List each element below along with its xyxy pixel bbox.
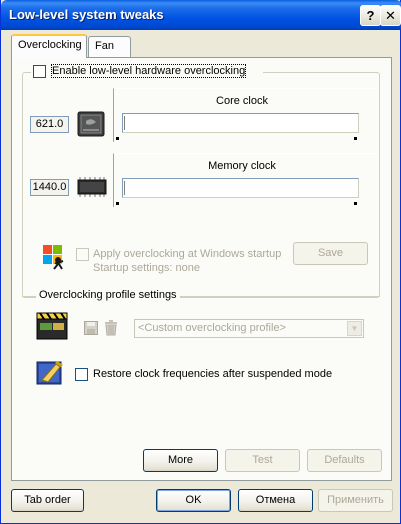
dialog-window: Low-level system tweaks ? ✕ Overclocking… [0,0,401,524]
more-button[interactable]: More [143,449,218,472]
profile-combobox-value: <Custom overclocking profile> [138,322,286,334]
trash-icon[interactable] [104,320,118,336]
core-clock-slider-area: Core clock [113,88,379,142]
close-button[interactable]: ✕ [380,5,401,26]
core-clock-slider[interactable] [122,113,359,133]
floppy-disk-icon[interactable] [84,321,98,335]
apply-button[interactable]: Применить [318,489,393,512]
defaults-button[interactable]: Defaults [307,449,382,472]
memory-clock-tick-max [354,202,357,205]
enable-overclocking-checkbox[interactable] [33,65,46,78]
overclocking-group: Enable low-level hardware overclocking 6… [22,64,380,298]
save-button[interactable]: Save [293,242,368,265]
restore-clocks-label: Restore clock frequencies after suspende… [93,368,333,380]
memory-clock-label: Memory clock [208,160,276,172]
profile-group: Overclocking profile settings <Custom ov… [22,289,380,354]
help-button[interactable]: ? [360,5,381,26]
tab-fan[interactable]: Fan [88,36,131,58]
memory-chip-icon [77,176,107,200]
paint-brush-icon [36,358,64,386]
memory-clock-tick-min [116,202,119,205]
chevron-down-icon[interactable]: ▼ [347,321,362,336]
apply-at-startup-label: Apply overclocking at Windows startup [93,248,282,260]
core-clock-slider-thumb[interactable] [124,116,128,130]
memory-clock-slider-thumb[interactable] [124,181,128,195]
memory-clock-slider-area: Memory clock [113,153,379,207]
tab-fan-label: Fan [95,40,114,52]
gpu-chip-icon [77,111,105,137]
window-title: Low-level system tweaks [9,7,164,22]
profile-combobox[interactable]: <Custom overclocking profile> ▼ [134,319,364,338]
ok-button[interactable]: OK [156,489,231,512]
core-clock-value: 621.0 [30,116,69,133]
core-clock-label: Core clock [216,95,268,107]
tab-overclocking-label: Overclocking [18,39,82,51]
profile-section-label: Overclocking profile settings [36,289,180,301]
core-clock-tick-min [116,137,119,140]
core-clock-tick-max [354,137,357,140]
windows-startup-icon [41,243,67,270]
enable-overclocking-legend: Enable low-level hardware overclocking [31,64,263,79]
memory-clock-value: 1440.0 [30,179,69,196]
apply-at-startup-checkbox[interactable] [76,248,89,261]
memory-clock-slider[interactable] [122,178,359,198]
clapperboard-icon [36,311,68,341]
startup-settings-label: Startup settings: none [93,262,201,274]
tab-overclocking[interactable]: Overclocking [11,34,87,58]
restore-clocks-checkbox[interactable] [75,368,88,381]
enable-overclocking-label[interactable]: Enable low-level hardware overclocking [50,64,247,78]
tab-order-button[interactable]: Tab order [11,489,84,512]
test-button[interactable]: Test [225,449,300,472]
overclocking-panel: Enable low-level hardware overclocking 6… [11,57,392,481]
title-bar[interactable]: Low-level system tweaks ? ✕ [1,0,401,30]
cancel-button[interactable]: Отмена [238,489,313,512]
